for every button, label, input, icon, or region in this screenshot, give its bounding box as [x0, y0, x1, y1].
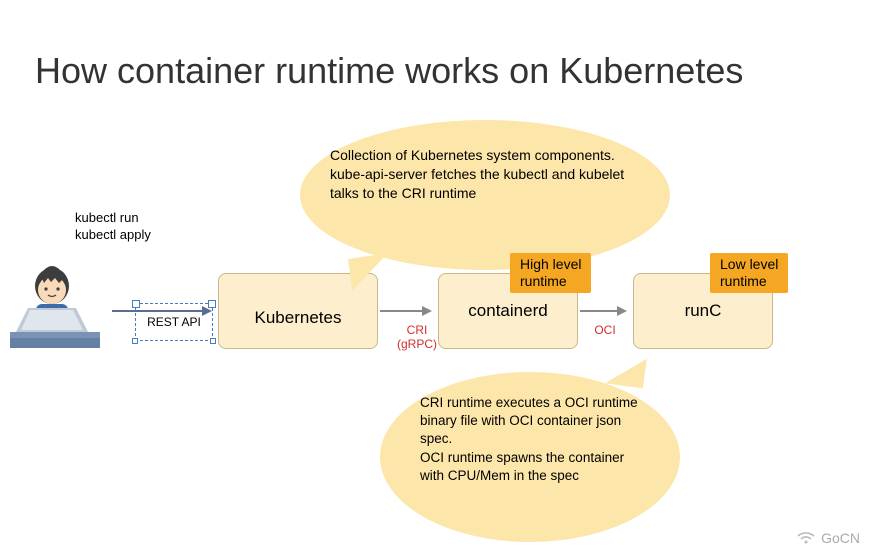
- runc-callout-text: CRI runtime executes a OCI runtime binar…: [420, 395, 638, 483]
- containerd-label: containerd: [468, 301, 547, 321]
- kubernetes-label: Kubernetes: [255, 308, 342, 328]
- arrow-user-to-kubernetes: [112, 310, 210, 312]
- watermark: GoCN: [797, 530, 860, 546]
- page-title: How container runtime works on Kubernete…: [35, 50, 743, 92]
- user-laptop-icon: [10, 260, 110, 350]
- kubectl-apply-label: kubectl apply: [75, 227, 151, 244]
- kubernetes-callout-text: Collection of Kubernetes system componen…: [330, 147, 624, 201]
- user-command-labels: kubectl run kubectl apply: [75, 210, 151, 244]
- wifi-icon: [797, 531, 815, 545]
- arrow-containerd-to-runc: [580, 310, 625, 312]
- low-level-runtime-tag: Low level runtime: [710, 253, 788, 293]
- kubernetes-callout-bubble: Collection of Kubernetes system componen…: [300, 120, 670, 270]
- oci-label: OCI: [585, 323, 625, 337]
- runc-callout-bubble: CRI runtime executes a OCI runtime binar…: [380, 372, 680, 542]
- cri-grpc-label: CRI (gRPC): [392, 323, 442, 352]
- watermark-text: GoCN: [821, 530, 860, 546]
- high-level-runtime-tag: High level runtime: [510, 253, 591, 293]
- rest-api-label: REST API: [147, 315, 201, 329]
- runc-label: runC: [685, 301, 722, 321]
- kubectl-run-label: kubectl run: [75, 210, 151, 227]
- arrow-kubernetes-to-containerd: [380, 310, 430, 312]
